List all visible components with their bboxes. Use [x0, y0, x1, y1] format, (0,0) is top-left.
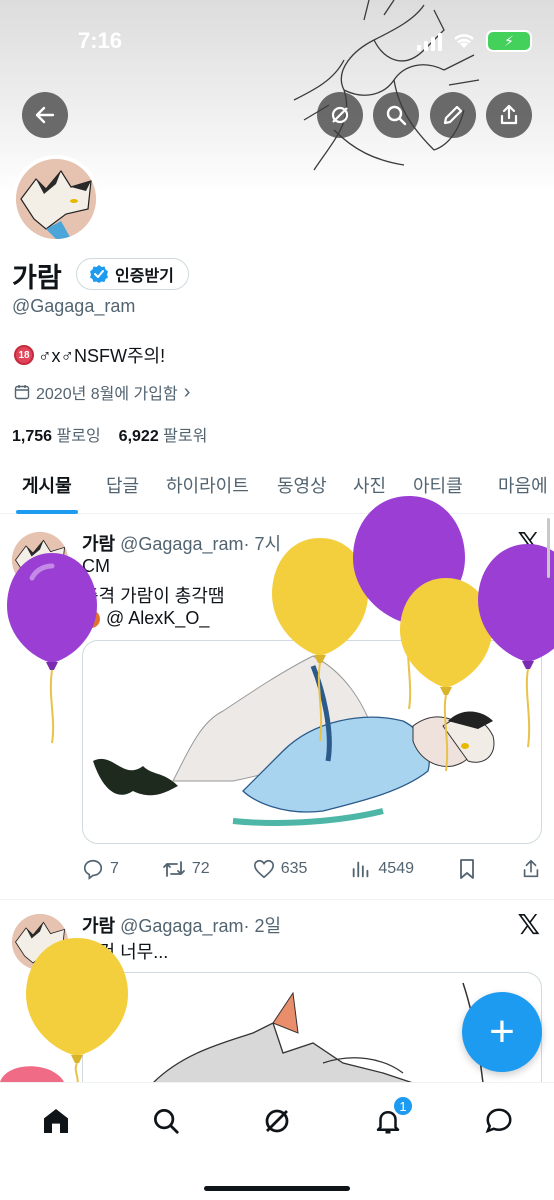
views-button[interactable]: 4549	[350, 858, 414, 880]
nav-grok[interactable]	[257, 1101, 297, 1141]
followers-link[interactable]: 6,922 팔로워	[119, 422, 208, 446]
joined-date[interactable]: 2020년 8월에 가입함 ›	[14, 380, 190, 404]
x-logo-icon[interactable]: 𝕏	[517, 908, 540, 941]
mention-link[interactable]: @ AlexK_O_	[106, 608, 209, 629]
following-label: 팔로잉	[56, 428, 101, 445]
share-button[interactable]	[486, 92, 532, 138]
chat-bubble-icon	[485, 1108, 512, 1134]
home-indicator	[204, 1186, 350, 1191]
reply-button[interactable]: 7	[82, 858, 119, 880]
chevron-right-icon: ›	[183, 380, 191, 403]
following-link[interactable]: 1,756 팔로잉	[12, 422, 101, 446]
purple-balloon	[478, 544, 554, 748]
edit-button[interactable]	[430, 92, 476, 138]
arrow-left-icon	[35, 106, 55, 124]
profile-handle: @Gagaga_ram	[12, 296, 136, 316]
profile-tabs: 게시물 답글 하이라이트 동영상 사진 아티클 마음에	[0, 462, 554, 514]
reply-icon	[83, 859, 103, 880]
views-count: 4549	[378, 860, 414, 877]
search-button[interactable]	[373, 92, 419, 138]
tweet-header: 가람 @Gagaga_ram· 7시	[82, 530, 281, 556]
analytics-icon	[353, 861, 369, 878]
search-icon	[154, 1109, 179, 1134]
followers-label: 팔로워	[163, 428, 208, 445]
joined-text: 2020년 8월에 가입함	[36, 386, 178, 403]
bookmark-button[interactable]	[457, 858, 477, 880]
nav-search[interactable]	[146, 1101, 186, 1141]
retweet-icon	[163, 861, 185, 877]
tweet-time[interactable]: · 2일	[243, 916, 281, 936]
follow-stats: 1,756 팔로잉 6,922 팔로워	[12, 422, 207, 446]
notification-badge: 1	[392, 1095, 414, 1117]
bottom-navigation: 1	[0, 1082, 554, 1200]
signal-icon	[417, 31, 442, 51]
tweet-author-handle[interactable]: @Gagaga_ram	[120, 534, 243, 554]
nsfw-18-icon: 18	[14, 345, 34, 365]
pink-balloon	[0, 1066, 64, 1082]
bio-text: ♂x♂NSFW주의!	[38, 346, 166, 366]
nav-messages[interactable]	[479, 1101, 519, 1141]
tweet-header: 가람 @Gagaga_ram· 2일	[82, 912, 281, 938]
tab-highlights[interactable]: 하이라이트	[166, 472, 249, 498]
compose-button[interactable]: +	[462, 992, 542, 1072]
bookmark-icon	[460, 859, 474, 879]
tweet-author-handle[interactable]: @Gagaga_ram	[120, 916, 243, 936]
share-icon	[500, 104, 518, 125]
reply-count: 7	[110, 860, 119, 877]
tweet-share-button[interactable]	[520, 858, 542, 880]
retweet-button[interactable]: 72	[162, 858, 210, 880]
get-verified-label: 인증받기	[115, 268, 174, 285]
scrollbar[interactable]	[547, 518, 550, 578]
battery-icon: ⚡	[486, 30, 532, 52]
status-time: 7:16	[78, 28, 123, 53]
avatar-art	[16, 159, 96, 239]
tweet-author-name[interactable]: 가람	[82, 916, 115, 936]
tweet-text-line: 충격 가람이 총각땜	[82, 586, 225, 606]
retweet-count: 72	[191, 860, 210, 877]
tweet-actions: 7 72 635 4549	[82, 858, 542, 880]
followers-count: 6,922	[118, 428, 159, 445]
nav-notifications[interactable]: 1	[368, 1095, 414, 1141]
grok-button[interactable]	[317, 92, 363, 138]
home-icon	[44, 1109, 68, 1133]
purple-balloon	[7, 553, 97, 744]
status-icons: ⚡	[417, 30, 532, 52]
like-count: 635	[280, 860, 308, 877]
banner-sketch-art	[293, 0, 480, 171]
share-icon	[523, 859, 539, 878]
back-button[interactable]	[22, 92, 68, 138]
profile-avatar[interactable]	[12, 155, 100, 243]
plus-icon: +	[489, 1007, 515, 1056]
get-verified-button[interactable]: 인증받기	[76, 258, 189, 290]
grok-icon	[331, 106, 349, 124]
profile-name: 가람	[12, 263, 62, 293]
wifi-icon	[454, 34, 474, 48]
tab-videos[interactable]: 동영상	[277, 472, 327, 498]
like-button[interactable]: 635	[253, 858, 308, 880]
heart-icon	[253, 859, 274, 879]
following-count: 1,756	[12, 428, 53, 445]
tab-replies[interactable]: 답글	[106, 472, 139, 498]
profile-bio: 18 ♂x♂NSFW주의!	[14, 342, 165, 368]
tab-likes[interactable]: 마음에	[498, 472, 548, 498]
calendar-icon	[14, 385, 30, 400]
pencil-icon	[443, 105, 463, 125]
grok-icon	[265, 1109, 289, 1133]
nav-home[interactable]	[36, 1101, 76, 1141]
tab-posts[interactable]: 게시물	[22, 472, 72, 498]
search-icon	[386, 105, 407, 126]
verified-badge-icon	[90, 265, 108, 283]
